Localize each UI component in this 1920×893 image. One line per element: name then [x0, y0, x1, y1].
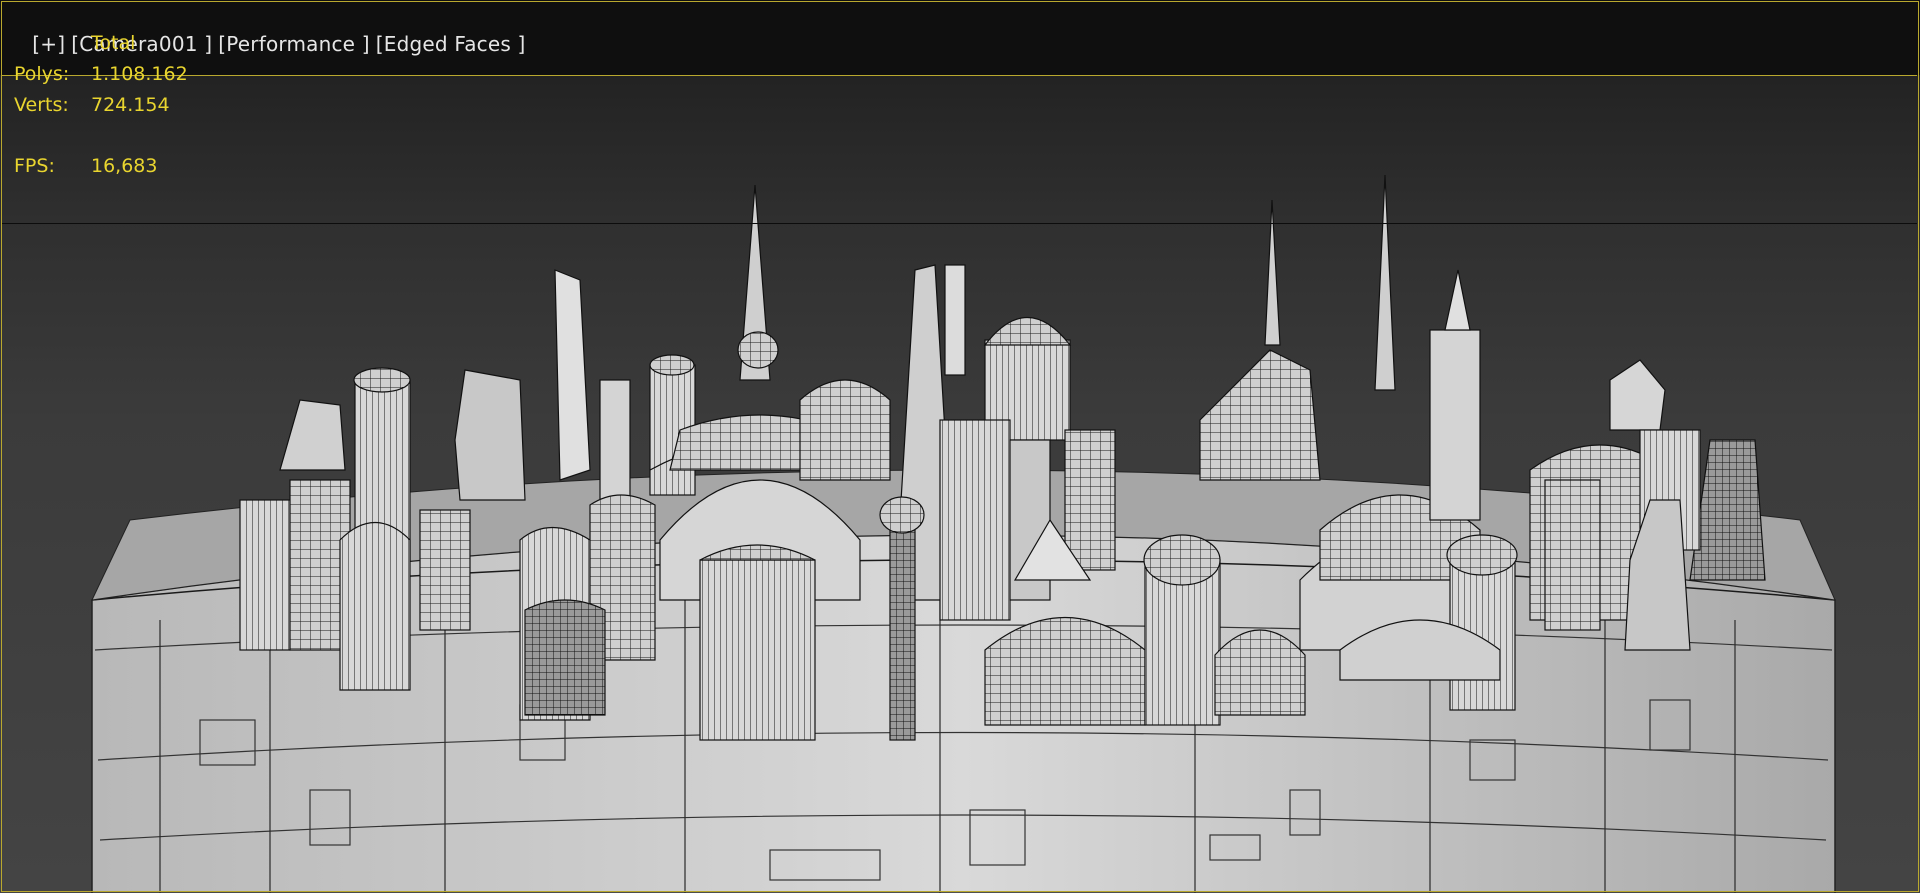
3d-viewport[interactable]: [+] [Camera001 ] [Performance ] [Edged Face… — [0, 0, 1920, 893]
verts-value: 724.154 — [91, 94, 170, 116]
polys-label: Polys: — [14, 63, 70, 85]
stats-total-header: Total — [91, 32, 136, 54]
safe-frame-line — [2, 223, 1917, 224]
fps-label: FPS: — [14, 155, 55, 177]
scene-render — [91, 174, 1836, 893]
viewport-performance-label[interactable]: [Performance ] — [218, 32, 370, 56]
fps-value: 16,683 — [91, 155, 158, 177]
viewport-shading-label[interactable]: [Edged Faces ] — [376, 32, 526, 56]
verts-label: Verts: — [14, 94, 69, 116]
polys-value: 1.108.162 — [91, 63, 188, 85]
statistics-overlay: Total Polys: 1.108.162 Verts: 724.154 FPS:… — [14, 28, 188, 182]
